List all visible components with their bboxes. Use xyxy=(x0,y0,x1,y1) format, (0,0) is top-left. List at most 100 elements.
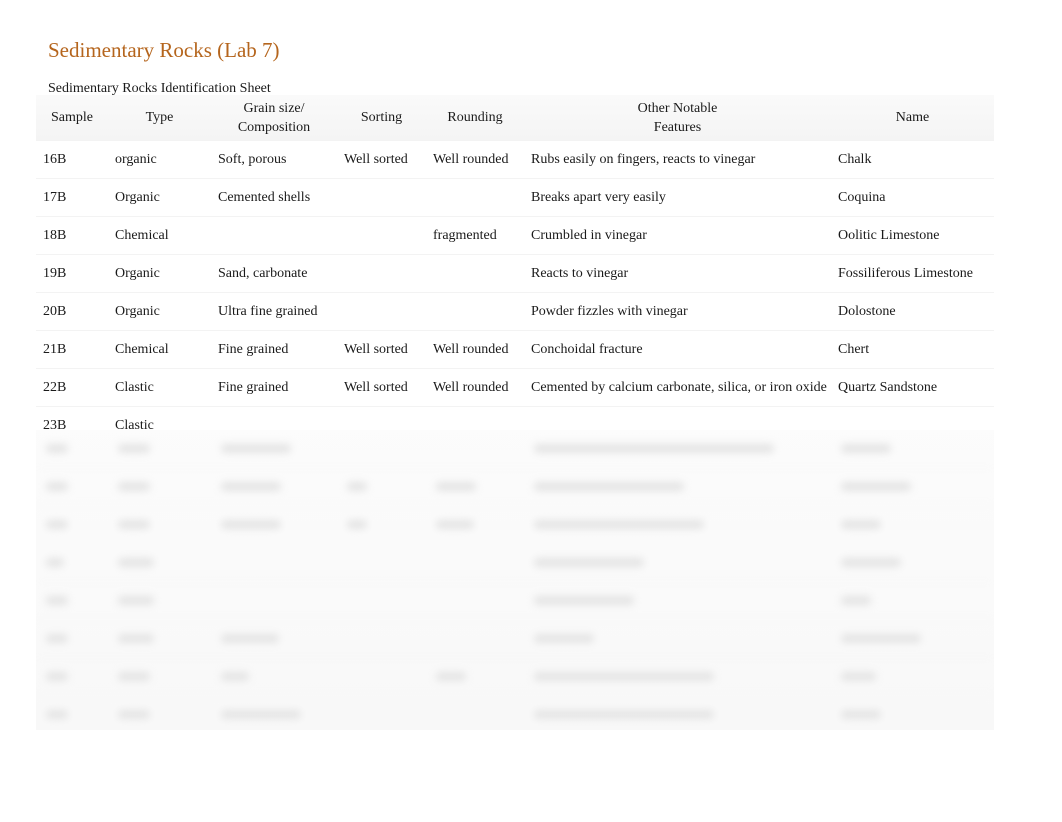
cell-sample: 17B xyxy=(36,178,108,217)
header-sample: Sample xyxy=(36,95,108,141)
blurred-content-overlay xyxy=(36,430,994,730)
cell-grain-size: Soft, porous xyxy=(211,140,337,179)
blurred-rows xyxy=(36,430,994,730)
table-body: 16B organic Soft, porous Well sorted Well ro… xyxy=(36,140,994,444)
blurred-cell xyxy=(831,596,994,605)
blurred-cell xyxy=(108,520,211,529)
blurred-text xyxy=(841,596,871,605)
blurred-text xyxy=(841,672,876,681)
cell-name: Chert xyxy=(831,330,994,369)
blurred-cell xyxy=(36,558,108,567)
blurred-cell xyxy=(108,672,211,681)
blurred-text xyxy=(221,672,249,681)
cell-sorting: Well sorted xyxy=(337,368,426,407)
blurred-cell xyxy=(108,558,211,567)
cell-name: Coquina xyxy=(831,178,994,217)
blurred-table-row xyxy=(36,620,994,658)
header-sorting: Sorting xyxy=(337,95,426,141)
blurred-table-row xyxy=(36,468,994,506)
blurred-text xyxy=(347,520,367,529)
blurred-cell xyxy=(211,482,337,491)
cell-name: Dolostone xyxy=(831,292,994,331)
header-grain-line1: Grain size/ xyxy=(243,100,305,116)
cell-type: Clastic xyxy=(108,368,211,407)
cell-sorting xyxy=(337,216,426,255)
cell-sorting: Well sorted xyxy=(337,330,426,369)
blurred-text xyxy=(436,672,466,681)
blurred-text xyxy=(534,672,714,681)
blurred-text xyxy=(841,482,911,491)
blurred-text xyxy=(46,634,68,643)
blurred-text xyxy=(118,596,154,605)
blurred-text xyxy=(534,558,644,567)
blurred-cell xyxy=(211,520,337,529)
cell-sorting xyxy=(337,292,426,331)
blurred-cell xyxy=(524,558,831,567)
cell-name: Quartz Sandstone xyxy=(831,368,994,407)
blurred-text xyxy=(221,634,279,643)
blurred-cell xyxy=(524,444,831,453)
identification-table-container: Sample Type Grain size/ Composition Sort… xyxy=(36,95,994,444)
blurred-table-row xyxy=(36,582,994,620)
cell-rounding: Well rounded xyxy=(426,330,524,369)
cell-name: Oolitic Limestone xyxy=(831,216,994,255)
cell-type: Organic xyxy=(108,178,211,217)
cell-grain-size xyxy=(211,216,337,255)
table-row: 17B Organic Cemented shells Breaks apart ve… xyxy=(36,178,994,217)
cell-sample: 19B xyxy=(36,254,108,293)
cell-type: Organic xyxy=(108,254,211,293)
cell-rounding: Well rounded xyxy=(426,368,524,407)
table-row: 19B Organic Sand, carbonate Reacts to vineg… xyxy=(36,254,994,293)
cell-rounding xyxy=(426,254,524,293)
blurred-text xyxy=(221,482,281,491)
cell-features: Crumbled in vinegar xyxy=(524,216,831,255)
blurred-table-row xyxy=(36,430,994,468)
header-name: Name xyxy=(831,95,994,141)
blurred-cell xyxy=(211,634,337,643)
blurred-text xyxy=(534,482,684,491)
blurred-cell xyxy=(36,672,108,681)
blurred-cell xyxy=(524,482,831,491)
blurred-cell xyxy=(426,672,524,681)
cell-rounding xyxy=(426,292,524,331)
cell-sample: 21B xyxy=(36,330,108,369)
blurred-cell xyxy=(108,482,211,491)
table-row: 21B Chemical Fine grained Well sorted Well r… xyxy=(36,330,994,369)
cell-grain-size: Ultra fine grained xyxy=(211,292,337,331)
cell-type: Chemical xyxy=(108,216,211,255)
blurred-text xyxy=(118,444,150,453)
blurred-text xyxy=(46,558,64,567)
blurred-cell xyxy=(831,482,994,491)
blurred-text xyxy=(534,444,774,453)
blurred-table-row xyxy=(36,544,994,582)
cell-features: Rubs easily on fingers, reacts to vinega… xyxy=(524,140,831,179)
blurred-text xyxy=(118,710,150,719)
blurred-text xyxy=(841,710,881,719)
blurred-table-row xyxy=(36,658,994,696)
page-title: Sedimentary Rocks (Lab 7) xyxy=(48,38,280,62)
cell-type: Organic xyxy=(108,292,211,331)
blurred-text xyxy=(534,520,704,529)
blurred-text xyxy=(436,482,476,491)
header-features-line1: Other Notable xyxy=(637,100,718,116)
identification-table: Sample Type Grain size/ Composition Sort… xyxy=(36,95,994,444)
cell-grain-size: Cemented shells xyxy=(211,178,337,217)
header-type: Type xyxy=(108,95,211,141)
blurred-cell xyxy=(36,596,108,605)
cell-features: Reacts to vinegar xyxy=(524,254,831,293)
blurred-cell xyxy=(524,520,831,529)
blurred-cell xyxy=(36,710,108,719)
cell-sample: 18B xyxy=(36,216,108,255)
blurred-cell xyxy=(108,444,211,453)
blurred-table-row xyxy=(36,506,994,544)
cell-name: Chalk xyxy=(831,140,994,179)
blurred-cell xyxy=(36,634,108,643)
blurred-cell xyxy=(36,482,108,491)
header-rounding: Rounding xyxy=(426,95,524,141)
table-row: 16B organic Soft, porous Well sorted Well ro… xyxy=(36,140,994,179)
header-features: Other Notable Features xyxy=(524,95,831,141)
blurred-cell xyxy=(524,710,831,719)
blurred-cell xyxy=(211,672,337,681)
cell-rounding: fragmented xyxy=(426,216,524,255)
blurred-cell xyxy=(36,520,108,529)
